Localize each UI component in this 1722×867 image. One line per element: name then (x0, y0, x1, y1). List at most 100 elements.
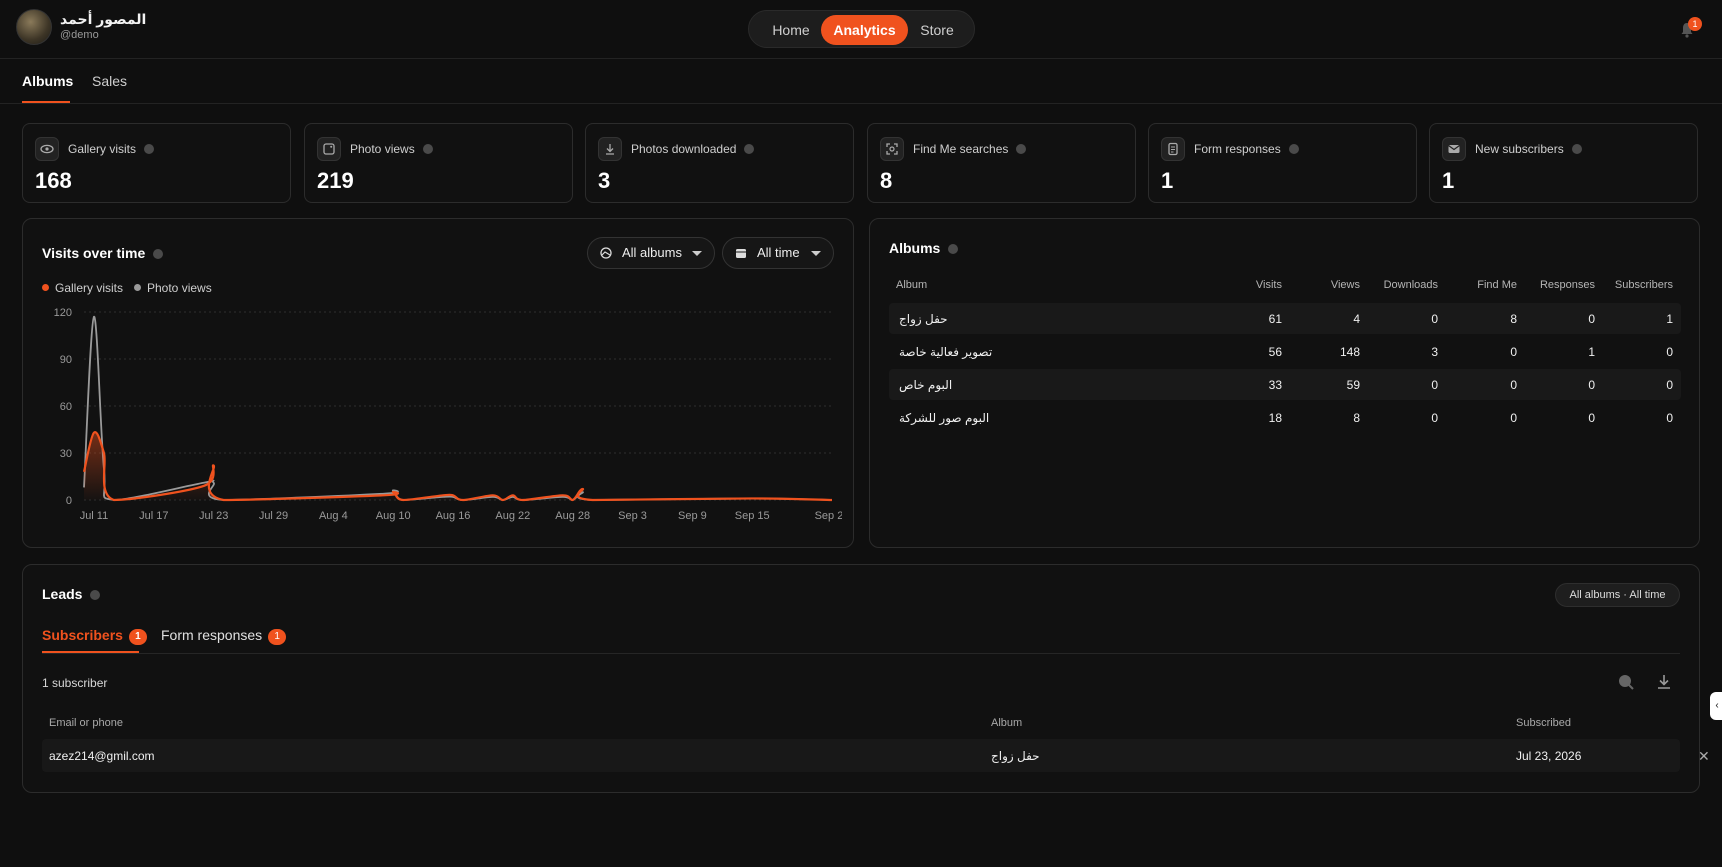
stat-card-photos-downloaded: Photos downloaded 3 (585, 123, 854, 203)
responses-cell: 0 (1588, 378, 1595, 392)
find-me-cell: 0 (1510, 378, 1517, 392)
info-icon[interactable] (144, 144, 155, 154)
info-icon[interactable] (90, 590, 101, 600)
calendar-icon (736, 249, 746, 258)
user-handle: @demo (60, 29, 99, 41)
stat-card-gallery-visits: Gallery visits 168 (22, 123, 291, 203)
col-subscribers[interactable]: Subscribers (1603, 279, 1673, 291)
download-icon[interactable] (1654, 672, 1674, 692)
leads-filter-chip[interactable]: All albums · All time (1555, 583, 1680, 607)
mail-icon (1442, 137, 1466, 161)
tab-form-responses[interactable]: Form responses 1 (161, 627, 287, 645)
downloads-cell: 0 (1431, 378, 1438, 392)
col-downloads[interactable]: Downloads (1368, 279, 1438, 291)
y-tick-label: 120 (54, 307, 72, 319)
downloads-cell: 0 (1431, 312, 1438, 326)
time-filter-value: All time (757, 245, 800, 260)
side-panel-handle[interactable]: ‹ (1710, 692, 1722, 720)
table-row[interactable]: حفل زواج 61 4 0 8 0 1 (889, 303, 1681, 334)
x-tick-label: Aug 16 (436, 510, 471, 522)
x-tick-label: Sep 3 (618, 510, 647, 522)
info-icon[interactable] (1571, 144, 1582, 154)
album-name: البوم صور للشركة (899, 411, 990, 425)
x-tick-label: Jul 17 (139, 510, 168, 522)
chevron-down-icon (692, 251, 702, 256)
avatar[interactable] (16, 9, 52, 45)
stat-card-new-subscribers: New subscribers 1 (1429, 123, 1698, 203)
tab-sales[interactable]: Sales (92, 73, 127, 89)
col-responses[interactable]: Responses (1525, 279, 1595, 291)
time-filter-dropdown[interactable]: All time (722, 237, 834, 269)
legend-swatch (42, 284, 49, 291)
info-icon[interactable] (1288, 144, 1299, 154)
leads-panel-title: Leads (42, 586, 101, 602)
table-row[interactable]: azez214@gmil.com حفل زواج Jul 23, 2026 ✕ (42, 739, 1710, 772)
section-tabs: Albums Sales (0, 59, 1722, 104)
subscribers-cell: 1 (1666, 312, 1673, 326)
stat-value: 8 (880, 168, 893, 193)
stat-card-form-responses: Form responses 1 (1148, 123, 1417, 203)
y-tick-label: 0 (66, 495, 72, 507)
nav-analytics[interactable]: Analytics (821, 15, 908, 45)
nav-store[interactable]: Store (909, 15, 965, 45)
search-icon[interactable] (1616, 672, 1636, 692)
x-tick-label: Jul 29 (259, 510, 288, 522)
col-album[interactable]: Album (896, 279, 927, 291)
albums-panel-title: Albums (889, 240, 959, 256)
views-cell: 8 (1353, 411, 1360, 425)
stat-card-photo-views: Photo views 219 (304, 123, 573, 203)
active-tab-indicator (42, 651, 139, 653)
table-row[interactable]: تصوير فعالية خاصة 56 148 3 0 1 0 (889, 336, 1681, 367)
eye-icon (35, 137, 59, 161)
info-icon[interactable] (744, 144, 755, 154)
legend-photo-views[interactable]: Photo views (134, 281, 212, 295)
info-icon[interactable] (1016, 144, 1027, 154)
visits-chart: 0 30 60 90 120 Jul 11 Jul 17 Jul 23 Jul 29 Aug 4 A… (54, 307, 842, 522)
col-album[interactable]: Album (991, 717, 1022, 729)
x-tick-label: Aug 4 (319, 510, 348, 522)
lead-album: حفل زواج (991, 749, 1040, 763)
legend-gallery-visits[interactable]: Gallery visits (42, 281, 123, 295)
responses-cell: 1 (1588, 345, 1595, 359)
info-icon[interactable] (422, 144, 433, 154)
info-icon[interactable] (948, 244, 959, 254)
series-area-gallery-visits (84, 432, 832, 500)
col-find-me[interactable]: Find Me (1447, 279, 1517, 291)
col-subscribed[interactable]: Subscribed (1516, 717, 1571, 729)
find-me-cell: 8 (1510, 312, 1517, 326)
count-badge: 1 (128, 629, 147, 645)
close-icon[interactable]: ✕ (1698, 748, 1710, 765)
stat-label: Find Me searches (913, 142, 1027, 156)
stat-value: 1 (1161, 168, 1174, 193)
responses-cell: 0 (1588, 312, 1595, 326)
album-filter-dropdown[interactable]: All albums (587, 237, 715, 269)
table-row[interactable]: البوم خاص 33 59 0 0 0 0 (889, 369, 1681, 400)
notification-badge: 1 (1688, 17, 1702, 31)
views-cell: 148 (1339, 345, 1360, 359)
table-row[interactable]: البوم صور للشركة 18 8 0 0 0 0 (889, 402, 1681, 433)
subscribers-cell: 0 (1666, 411, 1673, 425)
count-badge: 1 (268, 629, 287, 645)
visits-cell: 56 (1268, 345, 1282, 359)
album-name: البوم خاص (899, 378, 953, 392)
tab-albums[interactable]: Albums (22, 73, 73, 89)
col-views[interactable]: Views (1290, 279, 1360, 291)
nav-home[interactable]: Home (761, 15, 821, 45)
find-me-cell: 0 (1510, 345, 1517, 359)
stat-value: 168 (35, 168, 72, 193)
stat-value: 3 (598, 168, 611, 193)
col-email-or-phone[interactable]: Email or phone (49, 717, 123, 729)
x-tick-label: Sep 23 (815, 510, 842, 522)
x-tick-label: Jul 23 (199, 510, 228, 522)
main-nav: Home Analytics Store (748, 10, 975, 48)
col-visits[interactable]: Visits (1212, 279, 1282, 291)
visits-cell: 33 (1268, 378, 1282, 392)
legend-swatch (134, 284, 141, 291)
views-cell: 4 (1353, 312, 1360, 326)
downloads-cell: 3 (1431, 345, 1438, 359)
tab-subscribers[interactable]: Subscribers 1 (42, 627, 147, 645)
stat-value: 1 (1442, 168, 1455, 193)
info-icon[interactable] (153, 249, 164, 259)
form-icon (1161, 137, 1185, 161)
x-tick-label: Aug 28 (555, 510, 590, 522)
